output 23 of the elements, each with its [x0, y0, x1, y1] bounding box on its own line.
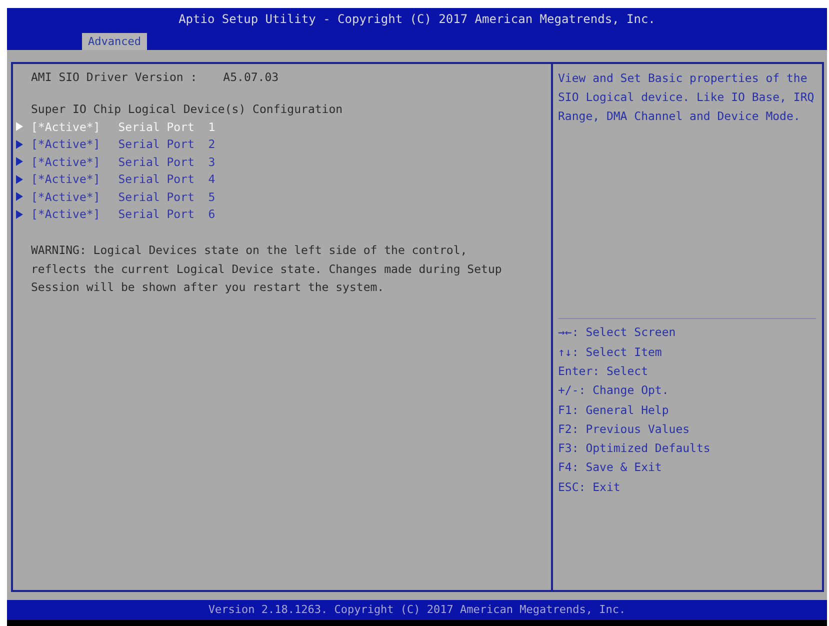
key-hint: +/-: Change Opt.: [558, 382, 670, 400]
key-hint: F2: Previous Values: [558, 420, 691, 438]
window-title: Aptio Setup Utility - Copyright (C) 2017 American Megatrends, Inc.: [178, 11, 656, 26]
key-hint: F4: Save & Exit: [558, 459, 663, 476]
key-hint: F1: General Help: [558, 402, 670, 419]
tab[interactable]: Advanced: [82, 33, 147, 50]
key-hint: ESC: Exit: [558, 478, 622, 496]
key-hint: F3: Optimized Defaults: [558, 440, 712, 458]
warning-text: WARNING: Logical Devices state on the left side of the control, reflects the current Logical Device state. Changes made during Setup Session will be shown after you restart the system.: [30, 242, 503, 296]
key-hint: Enter: Select: [558, 362, 650, 380]
menu-item[interactable]: [*Active*] Serial Port 4: [31, 172, 216, 186]
menu-item[interactable]: [*Active*] Serial Port 2: [31, 137, 216, 152]
menu-item[interactable]: [*Active*] Serial Port 5: [31, 190, 216, 204]
version-value: A5.07.03: [223, 70, 279, 84]
version-label: AMI SIO Driver Version :: [31, 70, 198, 84]
menu-item[interactable]: [*Active*] Serial Port 3: [31, 154, 216, 169]
menu-item[interactable]: [*Active*] Serial Port 1: [31, 120, 216, 134]
section-title: Super IO Chip Logical Device(s) Configuration: [30, 101, 344, 118]
key-hint: ↑↓: Select Item: [558, 344, 663, 361]
key-hint: →←: Select Screen: [558, 324, 677, 342]
help-description: View and Set Basic properties of the SIO Logical device. Like IO Base, IRQ Range, DMA Channel and Device Mode.: [558, 70, 816, 125]
menu-item[interactable]: [*Active*] Serial Port 6: [31, 207, 216, 222]
version-text: Version 2.18.1263. Copyright (C) 2017 American Megatrends, Inc.: [208, 603, 626, 616]
